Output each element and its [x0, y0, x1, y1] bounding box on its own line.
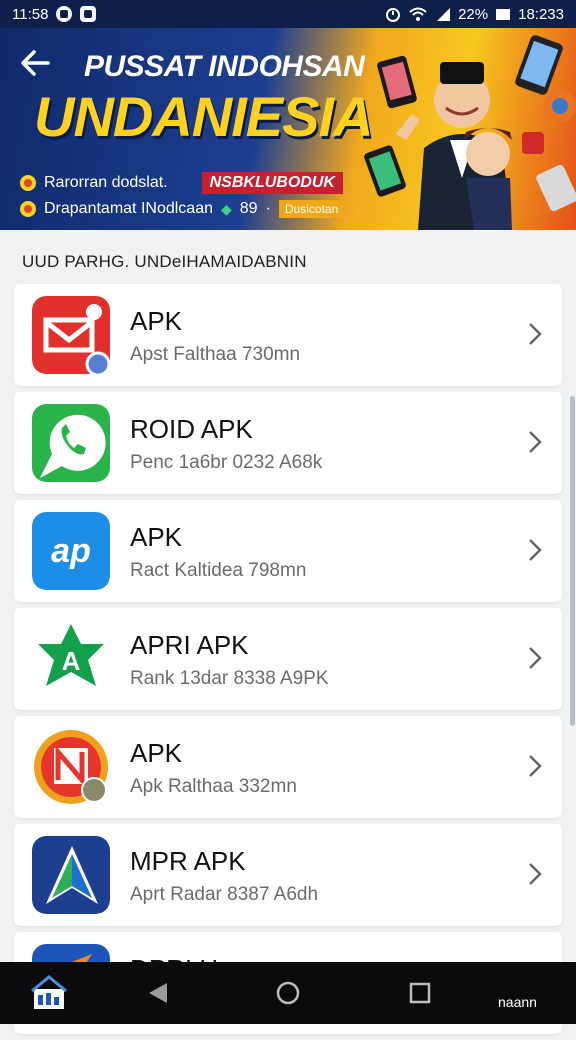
navigation-bar — [0, 962, 576, 1024]
promo-text-1: Rarorran dodslat. — [44, 174, 168, 191]
app-name: ROID APK — [130, 414, 253, 444]
chevron-right-icon — [529, 755, 542, 777]
nav-home-button[interactable] — [268, 962, 308, 1024]
chevron-right-icon — [529, 647, 542, 669]
app-list-item[interactable]: APK Apk Ralthaa 332mn — [14, 716, 562, 818]
back-arrow-icon[interactable] — [18, 48, 52, 78]
blue-ap-icon: ap — [32, 512, 110, 590]
chevron-right-icon — [529, 539, 542, 561]
recents-square-icon — [409, 982, 431, 1004]
wifi-icon — [409, 7, 427, 21]
chevron-right-icon — [529, 863, 542, 885]
chevron-right-icon — [529, 323, 542, 345]
nav-back-button[interactable] — [138, 962, 178, 1024]
app-name: MPR APK — [130, 846, 246, 876]
gem-icon: ◆ — [220, 200, 232, 217]
svg-text:ap: ap — [51, 532, 91, 570]
status-clock: 18:233 — [518, 5, 564, 23]
promo-tag-red: NSBKLUBODUK — [201, 172, 343, 194]
battery-percent: 22% — [458, 5, 489, 23]
svg-text:A: A — [62, 646, 81, 676]
app-list-item[interactable]: ROID APK Penc 1a6br 0232 A68k — [14, 392, 562, 494]
app-list: APK Apst Falthaa 730mn ROID APK Penc 1a6… — [14, 284, 562, 1040]
app-name: APK — [130, 522, 183, 552]
red-mail-icon — [32, 296, 110, 374]
app-list-item[interactable]: MPR APK Aprt Radar 8387 A6dh — [14, 824, 562, 926]
app-meta: Apst Falthaa 730mn — [130, 344, 301, 365]
chevron-right-icon — [529, 431, 542, 453]
heart-icon — [20, 175, 36, 191]
status-bar: 11:58 22% 18:233 — [0, 0, 576, 28]
promo-separator: · — [265, 200, 271, 217]
nav-right-label[interactable]: naann — [498, 994, 537, 1010]
promo-row-1: Rarorran dodslat. NSBKLUBODUK — [20, 172, 343, 194]
navy-arrow-icon — [32, 836, 110, 914]
back-triangle-icon — [149, 983, 167, 1003]
orange-n-icon — [34, 730, 108, 804]
scrollbar[interactable] — [570, 396, 575, 726]
green-star-icon: A — [32, 620, 110, 698]
app-name: APK — [130, 738, 183, 768]
promo-banner: PUSSAT INDOHSAN UNDANIESIA Rarorran dods… — [0, 28, 576, 230]
app-name: APRI APK — [130, 630, 249, 660]
nav-recents-button[interactable] — [400, 962, 440, 1024]
promo-number: 89 — [239, 200, 258, 217]
promo-row-2: Drapantamat INodlcaan ◆ 89 · Dusicotan — [20, 200, 345, 218]
app-name: APK — [130, 306, 183, 336]
notification-icon-2 — [80, 6, 97, 22]
promo-text-2: Drapantamat INodlcaan — [44, 200, 213, 217]
app-list-item[interactable]: APK Apst Falthaa 730mn — [14, 284, 562, 386]
banner-headline: UNDANIESIA — [34, 85, 373, 148]
green-phone-icon — [32, 404, 110, 482]
status-time: 11:58 — [12, 5, 49, 23]
notification-icon — [56, 6, 73, 22]
app-meta: Aprt Radar 8387 A6dh — [130, 884, 319, 905]
section-title: UUD PARHG. UNDeIHAMAIDABNIN — [22, 252, 307, 271]
home-circle-icon — [276, 981, 300, 1005]
app-meta: Ract Kaltidea 798mn — [130, 560, 307, 581]
badge-icon — [20, 201, 36, 217]
banner-title: PUSSAT INDOHSAN — [84, 50, 365, 83]
signal-icon — [437, 8, 451, 21]
battery-icon — [496, 9, 511, 20]
banner-illustration — [364, 35, 576, 230]
app-list-item[interactable]: A APRI APK Rank 13dar 8338 A9PK — [14, 608, 562, 710]
app-meta: Rank 13dar 8338 A9PK — [130, 668, 329, 689]
home-app-icon — [31, 975, 67, 1009]
promo-tag-yellow: Dusicotan — [278, 200, 345, 218]
app-meta: Apk Ralthaa 332mn — [130, 776, 297, 797]
app-meta: Penc 1a6br 0232 A68k — [130, 452, 323, 473]
alarm-icon — [386, 8, 401, 22]
home-app-button[interactable] — [26, 962, 74, 1024]
app-list-item[interactable]: ap APK Ract Kaltidea 798mn — [14, 500, 562, 602]
